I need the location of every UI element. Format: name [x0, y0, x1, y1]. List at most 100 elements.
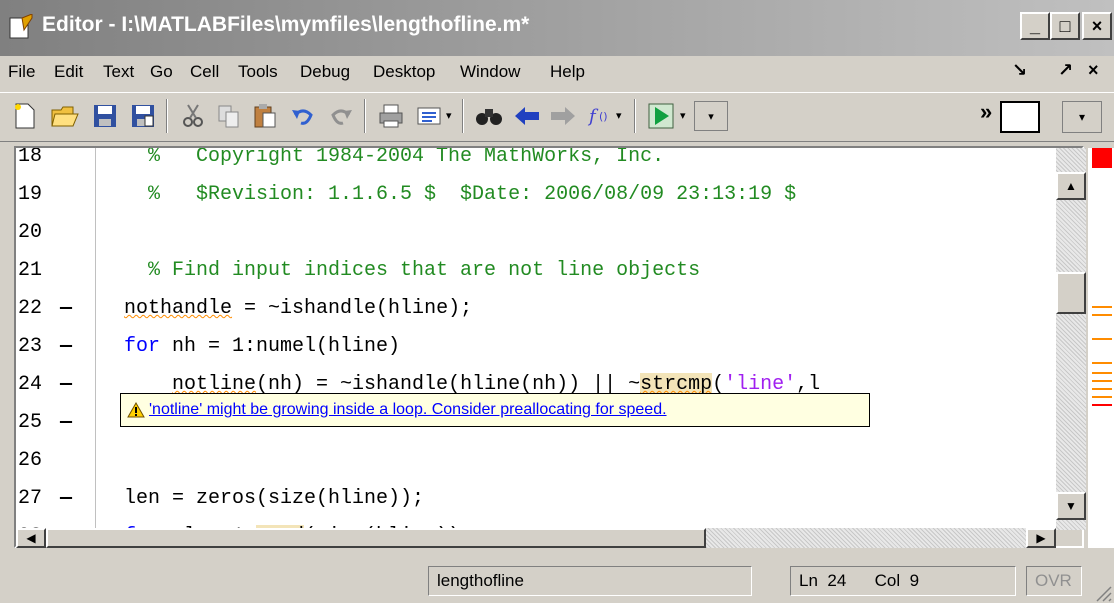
cut-icon[interactable] — [178, 101, 208, 131]
warning-icon — [127, 402, 145, 418]
print-icon[interactable] — [376, 101, 406, 131]
menu-go[interactable]: Go — [150, 62, 173, 82]
message-indicator-bar[interactable] — [1088, 148, 1114, 548]
warning-marker[interactable] — [1092, 314, 1112, 316]
horizontal-scroll-thumb[interactable] — [46, 528, 706, 548]
close-document-icon[interactable]: × — [1088, 60, 1099, 81]
line-value: 24 — [827, 571, 847, 590]
code-text: for nh = 1:numel(hline) — [124, 335, 401, 358]
save-all-icon[interactable] — [128, 101, 158, 131]
code-line[interactable]: 22 — nothandle = ~ishandle(hline); — [16, 290, 1056, 328]
vertical-scroll-thumb[interactable] — [1056, 272, 1086, 314]
undock-icon[interactable]: ↗ — [1058, 60, 1073, 81]
overwrite-mode-indicator: OVR — [1026, 566, 1082, 596]
redo-icon[interactable] — [326, 101, 356, 131]
code-line[interactable]: 21 % Find input indices that are not lin… — [16, 252, 1056, 290]
toolbar: ▾ f() ▾ ▾ ▾ » ▾ — [0, 92, 1114, 142]
menu-window[interactable]: Window — [460, 62, 520, 82]
maximize-button[interactable]: □ — [1050, 12, 1080, 40]
breakpoint-marker[interactable]: — — [60, 366, 72, 404]
breakpoint-marker[interactable]: — — [60, 480, 72, 518]
breakpoint-marker[interactable]: — — [60, 404, 72, 442]
menu-debug[interactable]: Debug — [300, 62, 350, 82]
save-icon[interactable] — [90, 101, 120, 131]
code-text: % Copyright 1984-2004 The MathWorks, Inc… — [124, 148, 665, 168]
undo-icon[interactable] — [288, 101, 318, 131]
warning-marker[interactable] — [1092, 338, 1112, 340]
toolbar-separator — [634, 99, 636, 133]
function-icon[interactable]: f() — [586, 101, 616, 131]
dock-icon[interactable]: ↘ — [1012, 60, 1027, 81]
toolbar-separator — [462, 99, 464, 133]
code-line[interactable]: 18 % Copyright 1984-2004 The MathWorks, … — [16, 148, 1056, 176]
menu-cell[interactable]: Cell — [190, 62, 219, 82]
error-status-indicator[interactable] — [1092, 148, 1112, 168]
warning-marker[interactable] — [1092, 388, 1112, 390]
warning-marker[interactable] — [1092, 362, 1112, 364]
warning-marker[interactable] — [1092, 306, 1112, 308]
scroll-left-button[interactable]: ◀ — [16, 528, 46, 548]
paste-icon[interactable] — [250, 101, 280, 131]
warning-message-link[interactable]: 'notline' might be growing inside a loop… — [149, 401, 667, 419]
function-name-field: lengthofline — [428, 566, 752, 596]
scroll-right-button[interactable]: ▶ — [1026, 528, 1056, 548]
title-bar: Editor - I:\MATLABFiles\mymfiles\lengtho… — [0, 0, 1114, 56]
svg-text:f: f — [587, 106, 599, 127]
svg-text:(): () — [599, 110, 608, 123]
cell-mode-icon[interactable] — [414, 101, 444, 131]
scroll-down-button[interactable]: ▼ — [1056, 492, 1086, 520]
warning-marker[interactable] — [1092, 396, 1112, 398]
menu-help[interactable]: Help — [550, 62, 585, 82]
new-file-icon[interactable] — [10, 101, 40, 131]
menu-tools[interactable]: Tools — [238, 62, 278, 82]
layout-selector[interactable] — [1000, 101, 1040, 133]
menu-file[interactable]: File — [8, 62, 35, 82]
code-line[interactable]: 19 % $Revision: 1.1.6.5 $ $Date: 2006/08… — [16, 176, 1056, 214]
breakpoint-marker[interactable]: — — [60, 328, 72, 366]
status-bar: lengthofline Ln 24 Col 9 OVR — [0, 556, 1114, 603]
code-line[interactable]: 20 — [16, 214, 1056, 252]
warning-marker[interactable] — [1092, 380, 1112, 382]
menu-desktop[interactable]: Desktop — [373, 62, 435, 82]
vertical-scrollbar[interactable]: ▲ ▼ — [1056, 148, 1086, 530]
horizontal-scrollbar[interactable]: ◀ ▶ — [16, 528, 1056, 548]
line-label: Ln — [799, 571, 818, 590]
menu-text[interactable]: Text — [103, 62, 134, 82]
copy-icon[interactable] — [214, 101, 244, 131]
breakpoint-marker[interactable]: — — [60, 290, 72, 328]
stack-dropdown[interactable]: ▾ — [694, 101, 728, 131]
line-number: 27 — [18, 487, 43, 510]
toolbar-overflow-icon[interactable]: » — [980, 99, 992, 125]
code-line[interactable]: 27 — len = zeros(size(hline)); — [16, 480, 1056, 518]
warning-marker[interactable] — [1092, 372, 1112, 374]
code-text: % Find input indices that are not line o… — [124, 259, 701, 282]
col-value: 9 — [909, 571, 920, 590]
run-icon[interactable] — [646, 101, 676, 131]
back-icon[interactable] — [512, 101, 542, 131]
editor-app-icon — [9, 14, 33, 39]
scroll-up-button[interactable]: ▲ — [1056, 172, 1086, 200]
code-text: len = zeros(size(hline)); — [124, 487, 425, 510]
error-marker[interactable] — [1092, 404, 1112, 406]
line-number: 24 — [18, 373, 43, 396]
run-dropdown-icon[interactable]: ▾ — [680, 109, 686, 122]
minimize-button[interactable]: _ — [1020, 12, 1050, 40]
window-title: Editor - I:\MATLABFiles\mymfiles\lengtho… — [42, 13, 530, 36]
code-text: % $Revision: 1.1.6.5 $ $Date: 2006/08/09… — [124, 183, 797, 206]
code-line[interactable]: 23 — for nh = 1:numel(hline) — [16, 328, 1056, 366]
code-line[interactable]: 26 — [16, 442, 1056, 480]
cursor-position: Ln 24 Col 9 — [790, 566, 1016, 596]
find-icon[interactable] — [474, 101, 504, 131]
code-editor[interactable]: 18 % Copyright 1984-2004 The MathWorks, … — [16, 148, 1056, 530]
forward-icon[interactable] — [548, 101, 578, 131]
line-number: 21 — [18, 259, 43, 282]
menu-edit[interactable]: Edit — [54, 62, 83, 82]
code-text: nothandle = ~ishandle(hline); — [124, 297, 473, 320]
layout-dropdown-icon[interactable]: ▾ — [1062, 101, 1102, 133]
resize-grip-icon[interactable] — [1094, 584, 1112, 602]
mlint-warning-tooltip[interactable]: 'notline' might be growing inside a loop… — [120, 393, 870, 427]
cell-mode-dropdown-icon[interactable]: ▾ — [446, 109, 452, 122]
open-folder-icon[interactable] — [50, 101, 80, 131]
close-button[interactable]: × — [1082, 12, 1112, 40]
function-dropdown-icon[interactable]: ▾ — [616, 109, 622, 122]
